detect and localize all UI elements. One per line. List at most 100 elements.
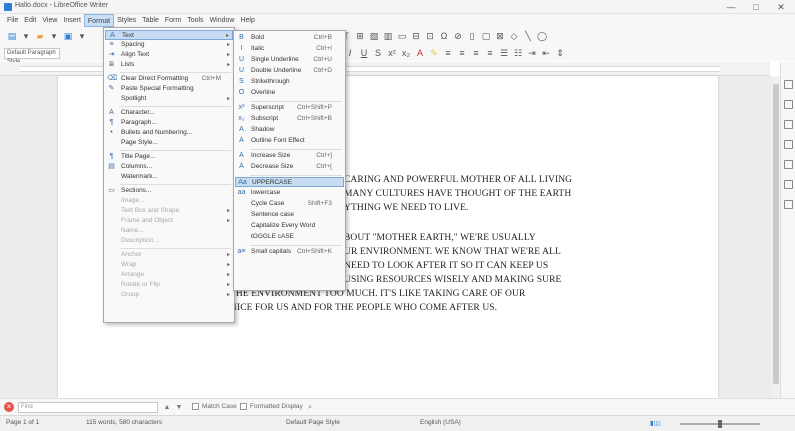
menu-help[interactable]: Help bbox=[237, 14, 257, 27]
format-menu-item-spotlight[interactable]: Spotlight ▸ bbox=[105, 94, 233, 104]
format-menu-item-columns[interactable]: ▤ Columns... bbox=[105, 162, 233, 172]
align-right-icon[interactable]: ≡ bbox=[470, 47, 482, 60]
format-menu-item-paragraph[interactable]: ¶ Paragraph... bbox=[105, 118, 233, 128]
formatted-display-checkbox[interactable] bbox=[240, 403, 247, 410]
menu-file[interactable]: File bbox=[4, 14, 21, 27]
subscript-icon[interactable]: x₂ bbox=[400, 47, 412, 60]
open-folder-icon[interactable]: ▾ bbox=[20, 30, 32, 43]
language-indicator[interactable]: English (USA) bbox=[420, 419, 461, 426]
format-menu-item-text[interactable]: A Text ▸ bbox=[105, 30, 233, 40]
insert-image-icon[interactable]: ▧ bbox=[368, 30, 380, 43]
page-break-icon[interactable]: ⊟ bbox=[410, 30, 422, 43]
format-menu-item-watermark[interactable]: Watermark... bbox=[105, 172, 233, 182]
text-submenu-item-cycle-case[interactable]: Cycle Case Shift+F3 bbox=[235, 199, 344, 209]
zoom-slider-handle[interactable] bbox=[718, 420, 722, 428]
text-submenu-item-toggle-case[interactable]: tOGGLE cASE bbox=[235, 232, 344, 242]
menu-view[interactable]: View bbox=[39, 14, 60, 27]
insert-table-icon[interactable]: ⊞ bbox=[354, 30, 366, 43]
special-char-icon[interactable]: Ω bbox=[438, 30, 450, 43]
outdent-icon[interactable]: ⇤ bbox=[540, 47, 552, 60]
close-findbar-icon[interactable]: × bbox=[4, 402, 14, 412]
text-submenu-item-subscript[interactable]: x₂ Subscript Ctrl+Shift+B bbox=[235, 114, 344, 124]
align-left-icon[interactable]: ≡ bbox=[442, 47, 454, 60]
track-changes-icon[interactable]: ⊠ bbox=[494, 30, 506, 43]
format-menu-item-lists[interactable]: ≣ Lists ▸ bbox=[105, 60, 233, 70]
text-submenu-item-strikethrough[interactable]: S Strikethrough bbox=[235, 77, 344, 87]
text-submenu-item-shadow[interactable]: A Shadow bbox=[235, 125, 344, 135]
bullets-icon[interactable]: ☰ bbox=[498, 47, 510, 60]
text-submenu-item-decrease-size[interactable]: A Decrease Size Ctrl+[ bbox=[235, 162, 344, 172]
match-case-checkbox[interactable] bbox=[192, 403, 199, 410]
format-menu-item-page-style[interactable]: Page Style... bbox=[105, 138, 233, 148]
highlight-icon[interactable]: ✎ bbox=[428, 47, 440, 60]
text-submenu-item-increase-size[interactable]: A Increase Size Ctrl+] bbox=[235, 151, 344, 161]
format-menu-item-sections[interactable]: ▭ Sections... bbox=[105, 186, 233, 196]
text-submenu-item-double-underline[interactable]: U Double Underline Ctrl+D bbox=[235, 66, 344, 76]
menu-window[interactable]: Window bbox=[207, 14, 238, 27]
strikethrough-icon[interactable]: S bbox=[372, 47, 384, 60]
scrollbar-thumb[interactable] bbox=[773, 84, 779, 384]
hyperlink-icon[interactable]: ⊘ bbox=[452, 30, 464, 43]
insert-chart-icon[interactable]: ▥ bbox=[382, 30, 394, 43]
text-submenu-item-bold[interactable]: B Bold Ctrl+B bbox=[235, 33, 344, 43]
find-input[interactable]: Find bbox=[18, 402, 158, 413]
text-submenu-item-small-capitals[interactable]: a≡ Small capitals Ctrl+Shift+K bbox=[235, 247, 344, 257]
footnote-icon[interactable]: ▯ bbox=[466, 30, 478, 43]
paragraph-spacing-icon[interactable]: ⇕ bbox=[554, 47, 566, 60]
comment-icon[interactable]: ▢ bbox=[480, 30, 492, 43]
menu-table[interactable]: Table bbox=[139, 14, 162, 27]
menu-tools[interactable]: Tools bbox=[184, 14, 206, 27]
menu-insert[interactable]: Insert bbox=[60, 14, 84, 27]
font-color-icon[interactable]: A bbox=[414, 47, 426, 60]
superscript-icon[interactable]: x² bbox=[386, 47, 398, 60]
gallery-icon[interactable] bbox=[784, 120, 793, 129]
format-menu-item-title-page[interactable]: ¶ Title Page... bbox=[105, 152, 233, 162]
format-menu-item-character[interactable]: A Character... bbox=[105, 108, 233, 118]
text-submenu-item-sentence-case[interactable]: Sentence case bbox=[235, 210, 344, 220]
page-icon[interactable] bbox=[784, 160, 793, 169]
save-dropdown-icon[interactable]: ▾ bbox=[76, 30, 88, 43]
maximize-button[interactable]: □ bbox=[745, 0, 767, 14]
text-submenu-item-single-underline[interactable]: U Single Underline Ctrl+U bbox=[235, 55, 344, 65]
format-menu-item-bullets-and-numbering[interactable]: • Bullets and Numbering... bbox=[105, 128, 233, 138]
open-icon[interactable]: ▰ bbox=[34, 30, 46, 43]
indent-icon[interactable]: ⇥ bbox=[526, 47, 538, 60]
design-icon[interactable] bbox=[784, 200, 793, 209]
justify-icon[interactable]: ≡ bbox=[484, 47, 496, 60]
format-menu-item-paste-special-formatting[interactable]: ✎ Paste Special Formatting bbox=[105, 84, 233, 94]
save-icon[interactable]: ▣ bbox=[62, 30, 74, 43]
text-submenu-item-overline[interactable]: O Overline bbox=[235, 88, 344, 98]
page-style-indicator[interactable]: Default Page Style bbox=[286, 419, 340, 426]
vertical-scrollbar[interactable] bbox=[772, 76, 780, 398]
close-button[interactable]: ✕ bbox=[770, 0, 792, 14]
menu-styles[interactable]: Styles bbox=[114, 14, 139, 27]
paragraph-style-select[interactable]: Default Paragraph Style bbox=[4, 47, 60, 65]
styles-icon[interactable] bbox=[784, 100, 793, 109]
align-center-icon[interactable]: ≡ bbox=[456, 47, 468, 60]
underline-icon[interactable]: U bbox=[358, 47, 370, 60]
text-submenu-item-superscript[interactable]: x² Superscript Ctrl+Shift+P bbox=[235, 103, 344, 113]
word-count[interactable]: 115 words, 580 characters bbox=[86, 419, 162, 426]
menu-edit[interactable]: Edit bbox=[21, 14, 39, 27]
field-icon[interactable]: ⊡ bbox=[424, 30, 436, 43]
page-indicator[interactable]: Page 1 of 1 bbox=[6, 419, 39, 426]
text-submenu-item-uppercase[interactable]: Aa UPPERCASE bbox=[235, 177, 344, 187]
view-layout-icon[interactable]: ▮▯▯ bbox=[650, 419, 661, 427]
navigator-icon[interactable] bbox=[784, 140, 793, 149]
text-submenu-item-capitalize-every-word[interactable]: Capitalize Every Word bbox=[235, 221, 344, 231]
menu-format[interactable]: Format bbox=[83, 14, 115, 27]
find-next-icon[interactable]: ▼ bbox=[174, 402, 184, 413]
format-menu-item-spacing[interactable]: ≡ Spacing ▸ bbox=[105, 40, 233, 50]
text-submenu-item-lowercase[interactable]: aa lowercase bbox=[235, 188, 344, 198]
shapes-icon[interactable]: ◇ bbox=[508, 30, 520, 43]
text-submenu-item-outline-font-effect[interactable]: A Outline Font Effect bbox=[235, 136, 344, 146]
new-document-icon[interactable]: ▤ bbox=[6, 30, 18, 43]
dropdown-arrow-icon[interactable]: ▾ bbox=[48, 30, 60, 43]
format-menu-item-clear-direct-formatting[interactable]: ⌫ Clear Direct Formatting Ctrl+M bbox=[105, 74, 233, 84]
text-box-icon[interactable]: ▭ bbox=[396, 30, 408, 43]
minimize-button[interactable]: — bbox=[720, 0, 742, 14]
properties-icon[interactable] bbox=[784, 80, 793, 89]
numbering-icon[interactable]: ☷ bbox=[512, 47, 524, 60]
manage-changes-icon[interactable] bbox=[784, 180, 793, 189]
line-icon[interactable]: ╲ bbox=[522, 30, 534, 43]
